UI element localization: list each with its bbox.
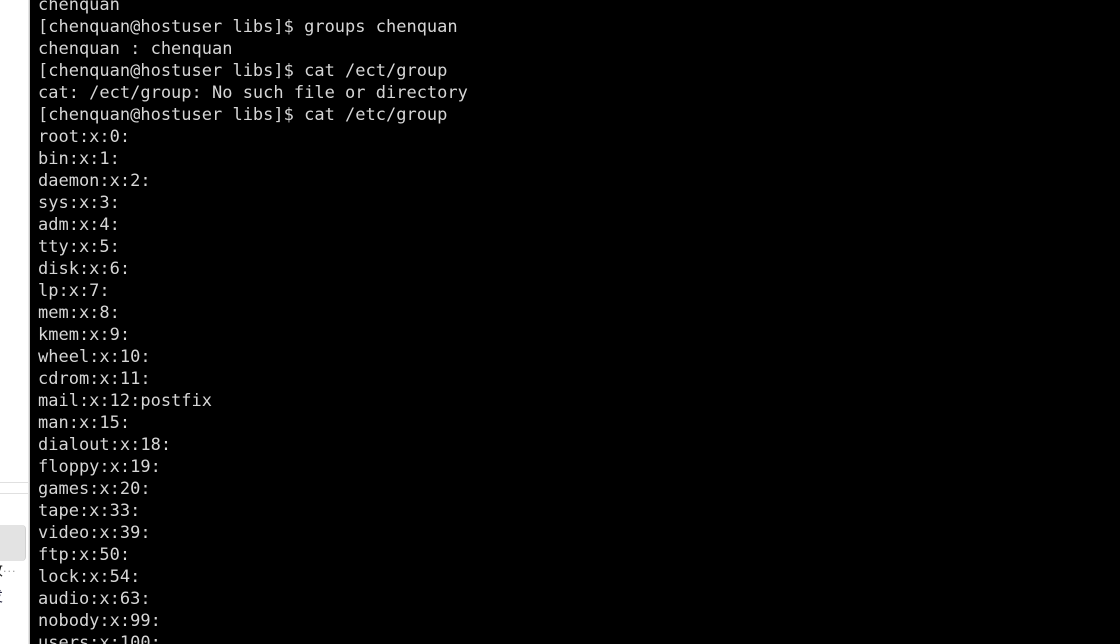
terminal-line: dialout:x:18:	[38, 435, 172, 455]
terminal-line: nobody:x:99:	[38, 611, 161, 631]
panel-glyph-lower[interactable]: 发	[0, 586, 28, 606]
panel-divider-lower	[0, 493, 28, 494]
terminal-line: chenquan	[38, 0, 120, 15]
terminal-line: man:x:15:	[38, 413, 131, 433]
terminal-line: tty:x:5:	[38, 237, 120, 257]
terminal-line: mail:x:12:postfix	[38, 391, 212, 411]
terminal-line: lp:x:7:	[38, 281, 110, 301]
panel-glyph-lower-text: 发	[0, 587, 3, 605]
panel-terminal-divider	[28, 0, 30, 644]
terminal-line: cat: /ect/group: No such file or directo…	[38, 83, 468, 103]
terminal-line: ftp:x:50:	[38, 545, 131, 565]
terminal-line: users:x:100:	[38, 633, 161, 644]
terminal-line: root:x:0:	[38, 127, 131, 147]
terminal-line: video:x:39:	[38, 523, 151, 543]
terminal-line: games:x:20:	[38, 479, 151, 499]
terminal-line: wheel:x:10:	[38, 347, 151, 367]
terminal-line: lock:x:54:	[38, 567, 141, 587]
terminal-line: adm:x:4:	[38, 215, 120, 235]
panel-glyph-upper[interactable]: 收···	[0, 560, 28, 580]
panel-selected-item[interactable]	[0, 525, 26, 561]
terminal-line: cdrom:x:11:	[38, 369, 151, 389]
terminal-line: disk:x:6:	[38, 259, 131, 279]
terminal-line: bin:x:1:	[38, 149, 120, 169]
terminal-output: chenquan [chenquan@hostuser libs]$ groups…	[38, 0, 1113, 644]
terminal-window[interactable]: chenquan [chenquan@hostuser libs]$ groups…	[31, 0, 1120, 644]
terminal-line: floppy:x:19:	[38, 457, 161, 477]
terminal-line: kmem:x:9:	[38, 325, 131, 345]
terminal-line: sys:x:3:	[38, 193, 120, 213]
terminal-line: chenquan : chenquan	[38, 39, 233, 59]
screen-root: 收··· 发 chenquan [chenquan@hostuser libs]$…	[0, 0, 1120, 644]
panel-divider-upper	[0, 482, 28, 483]
panel-overflow-dots[interactable]: ···	[3, 565, 17, 578]
terminal-line: audio:x:63:	[38, 589, 151, 609]
terminal-line: tape:x:33:	[38, 501, 141, 521]
terminal-line: daemon:x:2:	[38, 171, 151, 191]
terminal-line: [chenquan@hostuser libs]$ groups chenqua…	[38, 17, 458, 37]
terminal-line: [chenquan@hostuser libs]$ cat /ect/group	[38, 61, 448, 81]
terminal-line: mem:x:8:	[38, 303, 120, 323]
terminal-line: [chenquan@hostuser libs]$ cat /etc/group	[38, 105, 448, 125]
left-side-panel[interactable]: 收··· 发	[0, 0, 28, 644]
